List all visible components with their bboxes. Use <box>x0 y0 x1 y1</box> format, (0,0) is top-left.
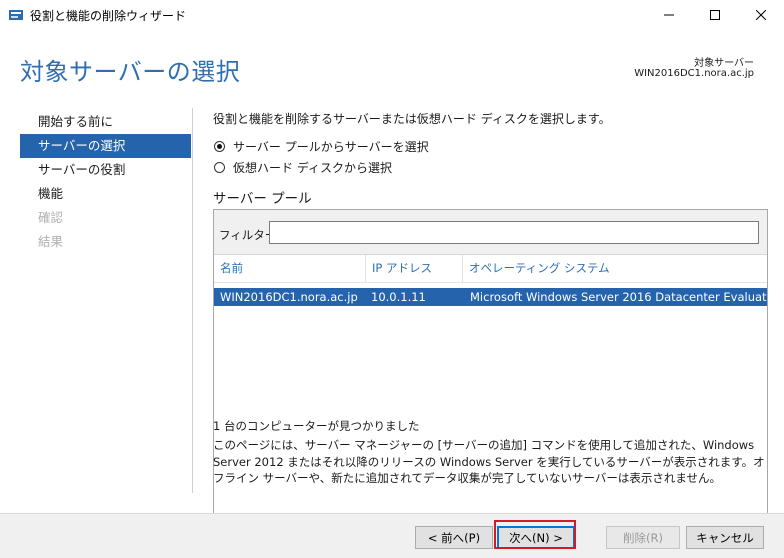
filter-bar: フィルター: <box>214 210 767 255</box>
step-server-roles[interactable]: サーバーの役割 <box>20 158 191 182</box>
sidebar-divider <box>192 108 193 493</box>
server-name-cell: WIN2016DC1.nora.ac.jp <box>220 290 358 304</box>
maximize-button[interactable] <box>692 0 738 30</box>
step-features[interactable]: 機能 <box>20 182 191 206</box>
column-header-os[interactable]: オペレーティング システム <box>463 255 767 282</box>
wizard-footer: < 前へ(P) 次へ(N) > 削除(R) キャンセル <box>0 513 784 558</box>
table-row[interactable]: WIN2016DC1.nora.ac.jp 10.0.1.11 Microsof… <box>214 288 767 306</box>
option-server-pool[interactable]: サーバー プールからサーバーを選択 <box>214 138 429 155</box>
page-title: 対象サーバーの選択 <box>20 58 241 86</box>
instruction-text: 役割と機能を削除するサーバーまたは仮想ハード ディスクを選択します。 <box>213 112 611 126</box>
column-header-ip[interactable]: IP アドレス <box>366 255 463 282</box>
server-pool-title: サーバー プール <box>213 191 312 207</box>
minimize-button[interactable] <box>646 0 692 30</box>
next-button[interactable]: 次へ(N) > <box>497 526 575 549</box>
computer-count: 1 台のコンピューターが見つかりました <box>213 419 420 433</box>
wizard-header: 対象サーバーの選択 対象サーバー WIN2016DC1.nora.ac.jp <box>0 30 784 98</box>
destination-server-label: 対象サーバー <box>694 58 754 69</box>
radio-server-pool[interactable] <box>214 141 225 152</box>
step-before-you-begin[interactable]: 開始する前に <box>20 110 191 134</box>
server-manager-icon <box>9 10 23 20</box>
server-ip-cell: 10.0.1.11 <box>371 290 426 304</box>
maximize-icon <box>710 10 720 20</box>
cancel-button[interactable]: キャンセル <box>686 526 764 549</box>
info-text: このページには、サーバー マネージャーの [サーバーの追加] コマンドを使用して… <box>213 438 765 485</box>
header-divider <box>214 282 767 283</box>
minimize-icon <box>664 14 674 16</box>
title-bar: 役割と機能の削除ウィザード <box>0 0 784 30</box>
option-server-pool-label: サーバー プールからサーバーを選択 <box>233 140 429 154</box>
option-vhd-label: 仮想ハード ディスクから選択 <box>233 161 392 175</box>
radio-vhd[interactable] <box>214 162 225 173</box>
window-title: 役割と機能の削除ウィザード <box>30 9 187 23</box>
option-vhd[interactable]: 仮想ハード ディスクから選択 <box>214 159 392 176</box>
wizard-steps: 開始する前に サーバーの選択 サーバーの役割 機能 確認 結果 <box>20 110 191 254</box>
previous-button[interactable]: < 前へ(P) <box>415 526 493 549</box>
close-icon <box>756 10 766 20</box>
close-button[interactable] <box>738 0 784 30</box>
column-header-name[interactable]: 名前 <box>214 255 366 282</box>
server-os-cell: Microsoft Windows Server 2016 Datacenter… <box>470 290 767 304</box>
step-results: 結果 <box>38 234 64 249</box>
step-confirmation: 確認 <box>38 210 64 225</box>
step-server-selection[interactable]: サーバーの選択 <box>20 134 191 158</box>
filter-input[interactable] <box>269 221 759 244</box>
destination-server-name: WIN2016DC1.nora.ac.jp <box>634 68 754 79</box>
remove-button: 削除(R) <box>606 526 680 549</box>
